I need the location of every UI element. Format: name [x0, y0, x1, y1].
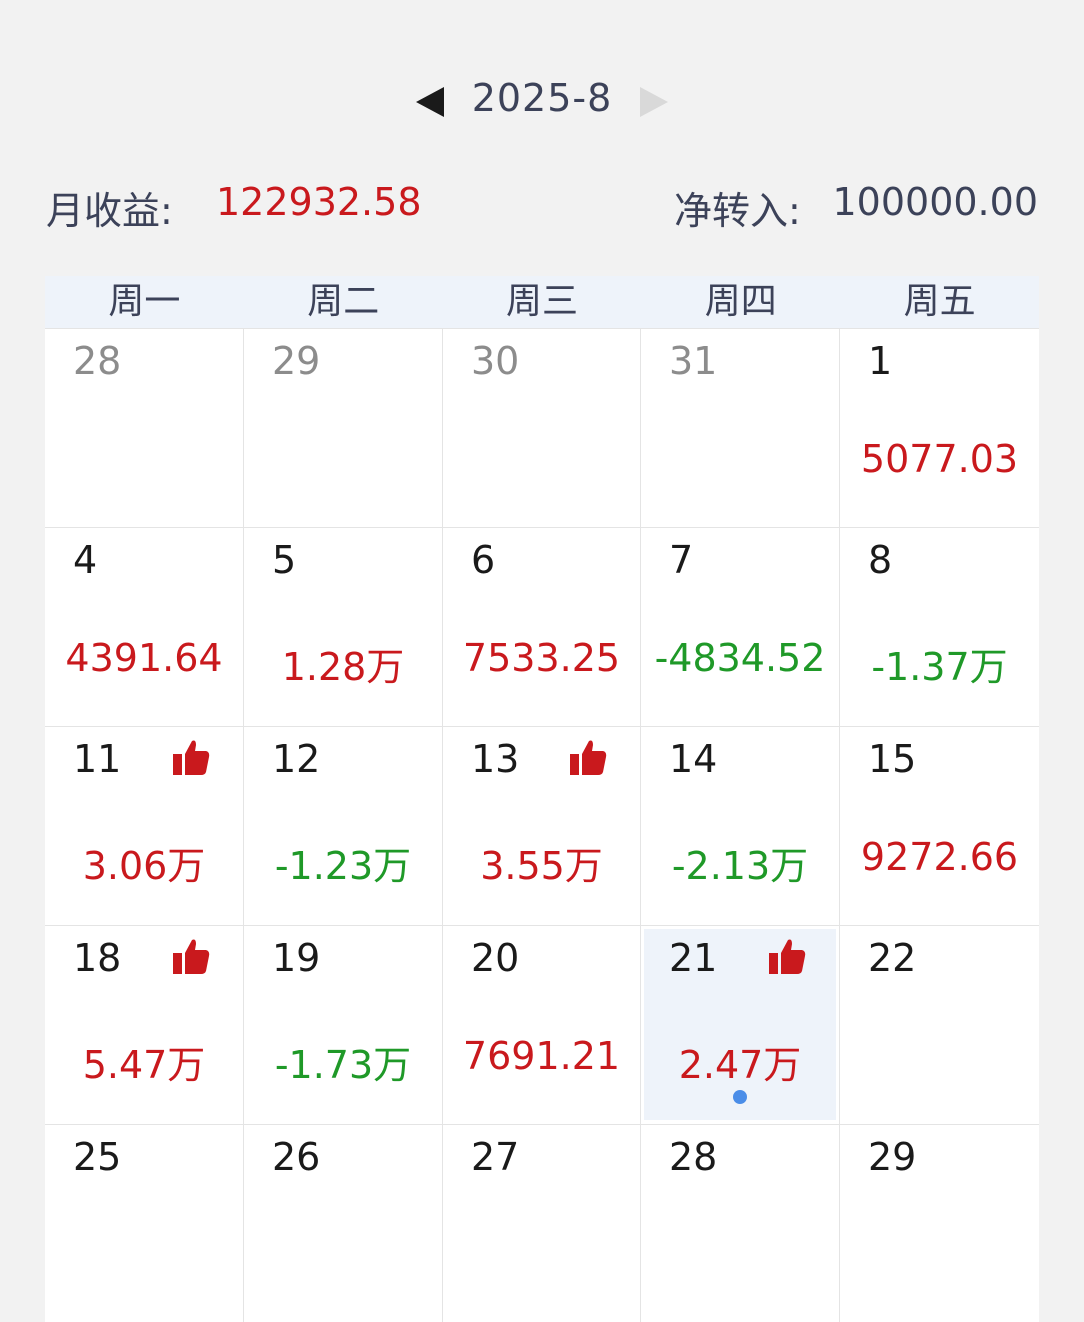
pnl-calendar: 周一 周二 周三 周四 周五 28 29 30 31 1 5077.03 4 4391.64 5…: [45, 276, 1039, 1322]
weekday-label: 周二: [307, 281, 380, 322]
day-number: 22: [868, 936, 917, 980]
day-pnl-value: -1.37万: [871, 645, 1008, 689]
day-number: 20: [471, 936, 520, 980]
day-grid: 28 29 30 31 1 5077.03 4 4391.64 5 1.28万 6 7533.25 7 -…: [45, 328, 1039, 1322]
day-cell[interactable]: 7 -4834.52: [641, 528, 840, 727]
day-cell[interactable]: 27: [443, 1125, 641, 1322]
day-number: 4: [73, 538, 98, 582]
day-cell[interactable]: 8 -1.37万: [840, 528, 1039, 727]
day-number: 18: [73, 936, 122, 980]
weekday-label: 周一: [108, 281, 181, 322]
day-cell[interactable]: 28: [641, 1125, 840, 1322]
day-number: 29: [868, 1135, 917, 1179]
day-cell[interactable]: 20 7691.21: [443, 926, 641, 1125]
day-cell[interactable]: 15 9272.66: [840, 727, 1039, 926]
day-number: 13: [471, 737, 520, 781]
thumbs-up-icon: [568, 737, 608, 777]
day-number: 25: [73, 1135, 122, 1179]
day-cell[interactable]: 14 -2.13万: [641, 727, 840, 926]
thumbs-up-icon: [171, 737, 211, 777]
day-number: 8: [868, 538, 893, 582]
day-cell[interactable]: 22: [840, 926, 1039, 1125]
day-number: 21: [669, 936, 718, 980]
day-pnl-value: 1.28万: [281, 645, 405, 689]
next-month-button[interactable]: [636, 84, 672, 120]
day-number: 27: [471, 1135, 520, 1179]
day-pnl-value: -1.23万: [274, 844, 412, 888]
monthly-income-value: 122932.58: [216, 180, 422, 224]
net-transfer-value: 100000.00: [832, 180, 1039, 224]
day-cell[interactable]: 6 7533.25: [443, 528, 641, 727]
day-number: 28: [669, 1135, 718, 1179]
day-cell[interactable]: 11 3.06万: [45, 727, 244, 926]
current-month: 2025-8: [471, 76, 613, 120]
monthly-income-label: 月收益:: [46, 189, 173, 233]
prev-month-button[interactable]: [412, 84, 448, 120]
day-number: 19: [272, 936, 321, 980]
day-cell[interactable]: 31: [641, 329, 840, 528]
day-cell[interactable]: 29: [244, 329, 443, 528]
day-pnl-value: 5077.03: [860, 437, 1019, 481]
day-number: 5: [272, 538, 297, 582]
day-cell[interactable]: 12 -1.23万: [244, 727, 443, 926]
day-number: 30: [471, 339, 520, 383]
weekday-label: 周五: [903, 281, 976, 322]
triangle-left-icon: [416, 87, 444, 117]
thumbs-up-icon: [171, 936, 211, 976]
day-cell[interactable]: 1 5077.03: [840, 329, 1039, 528]
day-number: 6: [471, 538, 496, 582]
day-pnl-value: 7691.21: [462, 1034, 621, 1078]
day-number: 29: [272, 339, 321, 383]
weekday-label: 周三: [505, 281, 578, 322]
day-cell[interactable]: 26: [244, 1125, 443, 1322]
today-indicator-dot: [733, 1090, 747, 1104]
day-pnl-value: 4391.64: [65, 636, 223, 680]
day-pnl-value: -1.73万: [274, 1043, 412, 1087]
day-pnl-value: 9272.66: [860, 835, 1019, 879]
day-cell[interactable]: 29: [840, 1125, 1039, 1322]
day-pnl-value: 7533.25: [462, 636, 621, 680]
thumbs-up-icon: [767, 936, 807, 976]
day-number: 15: [868, 737, 917, 781]
day-cell[interactable]: 18 5.47万: [45, 926, 244, 1125]
weekday-label: 周四: [704, 281, 777, 322]
day-number: 11: [73, 737, 122, 781]
day-number: 26: [272, 1135, 321, 1179]
day-pnl-value: 3.55万: [480, 844, 603, 888]
month-summary: 月收益: 122932.58 净转入: 100000.00: [0, 180, 1084, 234]
day-cell[interactable]: 30: [443, 329, 641, 528]
day-cell[interactable]: 25: [45, 1125, 244, 1322]
day-number: 14: [669, 737, 718, 781]
day-cell[interactable]: 13 3.55万: [443, 727, 641, 926]
weekday-header: 周一 周二 周三 周四 周五: [45, 276, 1039, 328]
day-pnl-value: -4834.52: [654, 636, 826, 680]
triangle-right-icon: [640, 87, 668, 117]
day-number: 31: [669, 339, 718, 383]
net-transfer-label: 净转入:: [674, 189, 801, 233]
day-pnl-value: 3.06万: [82, 844, 206, 888]
day-number: 12: [272, 737, 321, 781]
day-cell[interactable]: 5 1.28万: [244, 528, 443, 727]
day-cell[interactable]: 28: [45, 329, 244, 528]
day-pnl-value: -2.13万: [671, 844, 809, 888]
day-cell-selected[interactable]: 21 2.47万: [641, 926, 840, 1125]
day-number: 7: [669, 538, 694, 582]
day-pnl-value: 2.47万: [678, 1043, 802, 1087]
day-cell[interactable]: 4 4391.64: [45, 528, 244, 727]
day-number: 28: [73, 339, 122, 383]
day-number: 1: [868, 339, 893, 383]
day-cell[interactable]: 19 -1.73万: [244, 926, 443, 1125]
month-navigator: 2025-8: [0, 72, 1084, 130]
day-pnl-value: 5.47万: [82, 1043, 206, 1087]
